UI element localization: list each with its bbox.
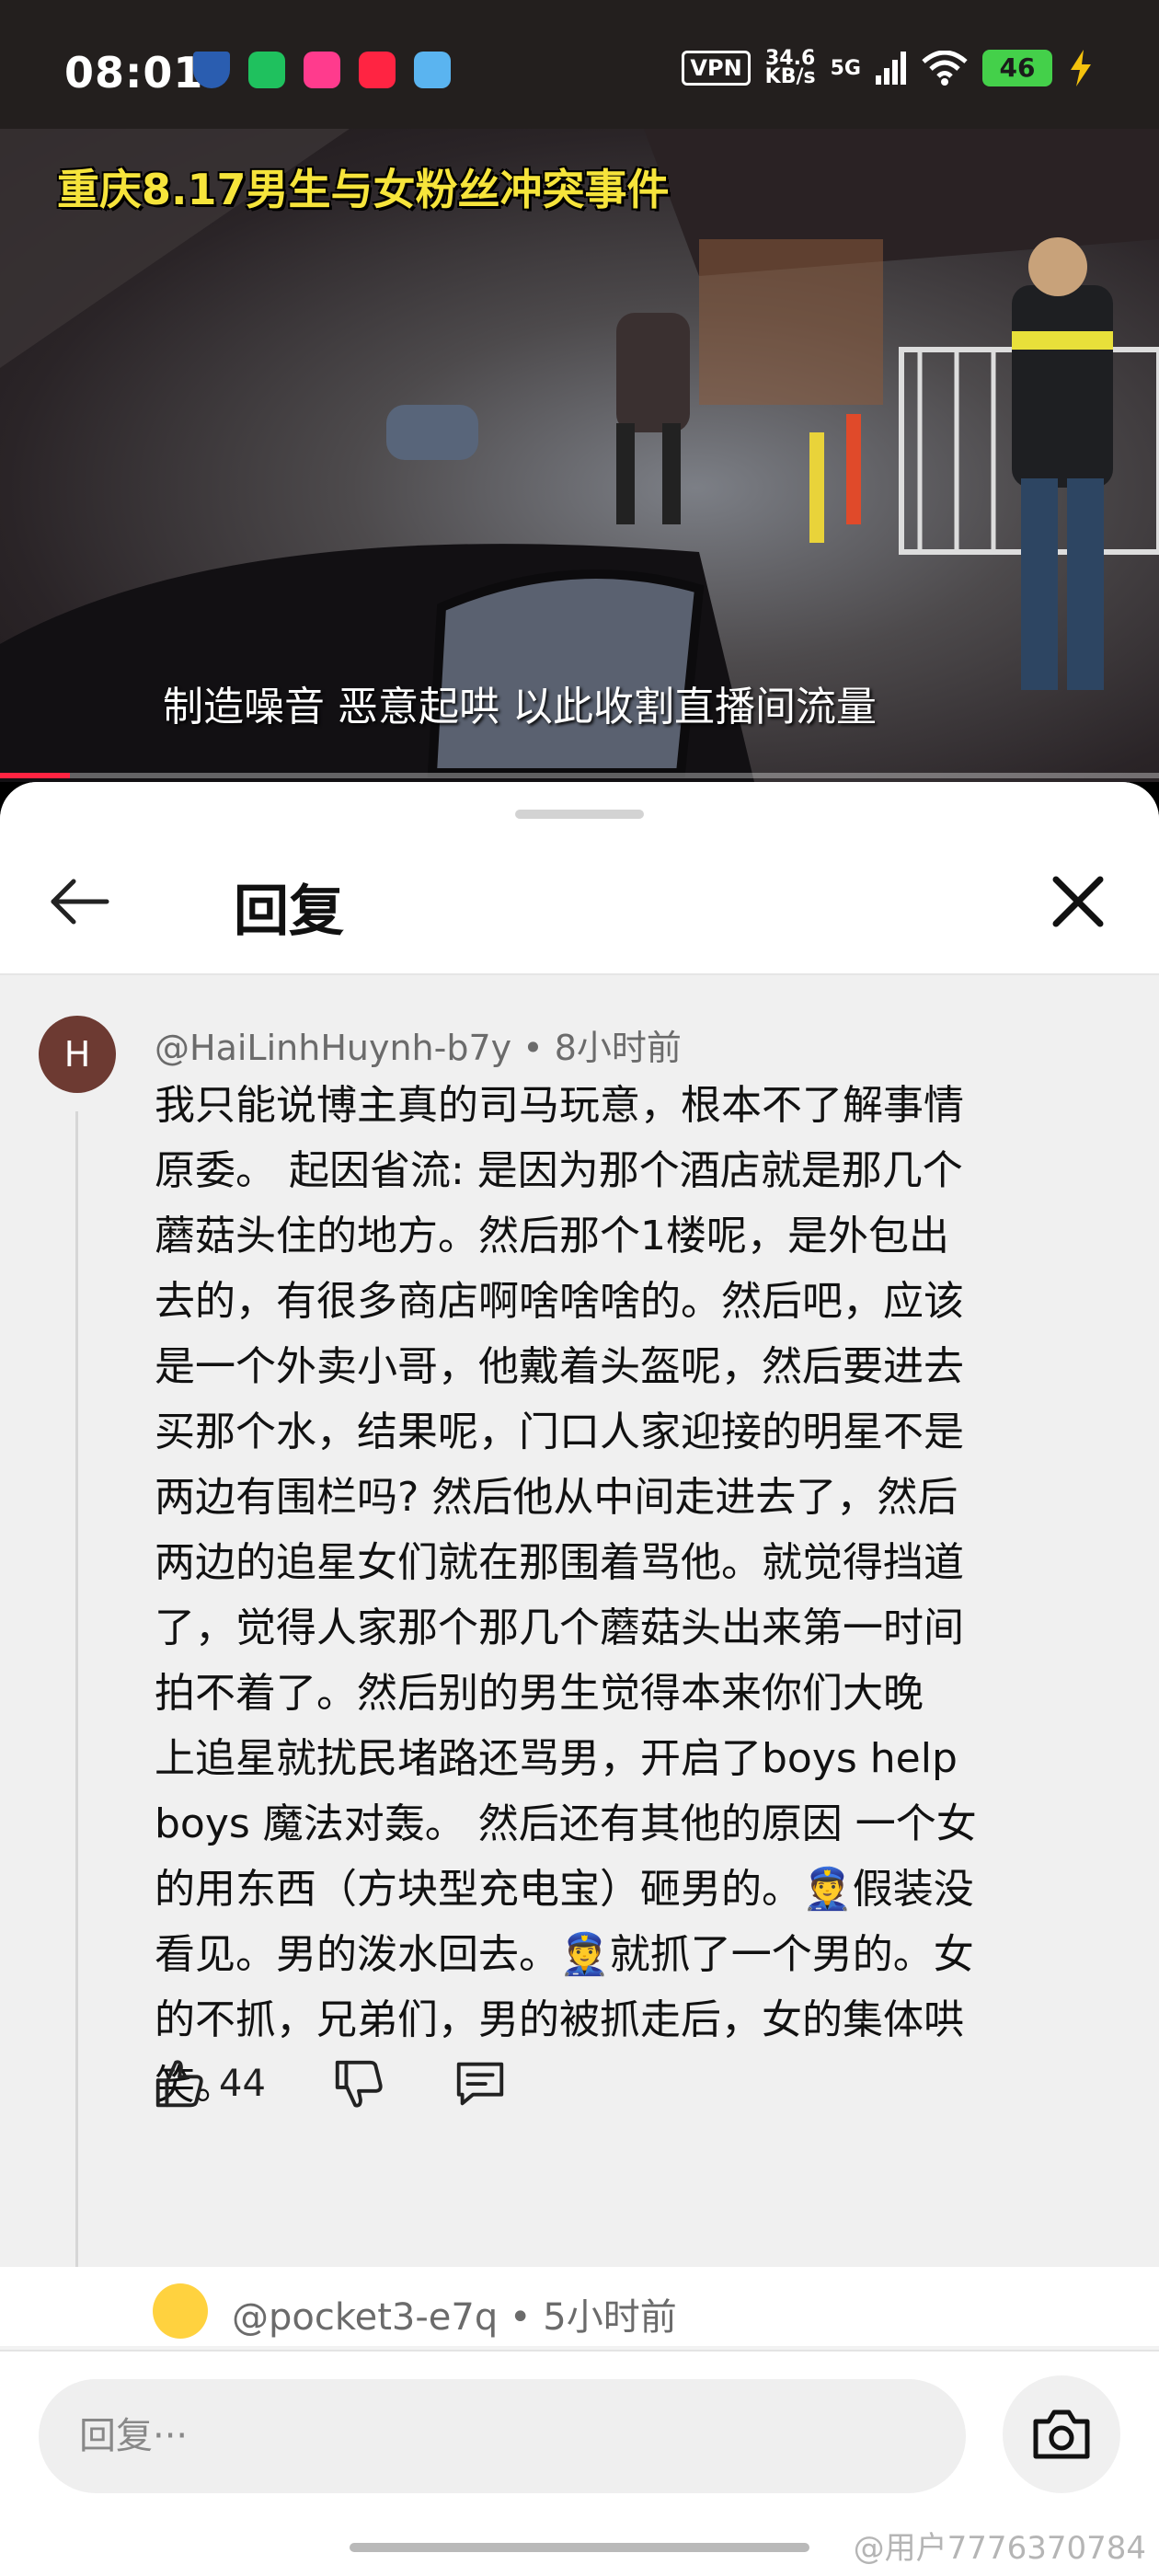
camera-button[interactable] (1003, 2375, 1120, 2493)
comment-line: 我只能说博主真的司马玩意，根本不了解事情 (155, 1082, 964, 1129)
video-progress-bar[interactable] (0, 773, 1159, 778)
status-bar: 08:01 VPN 34.6 KB/s 5G 46 (0, 0, 1159, 129)
sheet-grabber[interactable] (515, 810, 644, 819)
comment-line: 蘑菇头住的地方。然后那个1楼呢，是外包出 (155, 1213, 949, 1259)
network-speed: 34.6 KB/s (764, 49, 816, 88)
charging-icon (1071, 50, 1091, 86)
battery-icon: 46 (982, 50, 1052, 86)
sheet-header: 回复 (0, 782, 1159, 975)
close-button[interactable] (1041, 865, 1115, 938)
next-reply-time: 5小时前 (543, 2296, 677, 2339)
shield-app-icon (193, 52, 230, 88)
status-time: 08:01 (64, 48, 204, 98)
comment-icon (456, 2062, 504, 2106)
comment-author[interactable]: @HaiLinhHuynh-b7y (155, 1028, 511, 1068)
reply-sheet: 回复 H @HaiLinhHuynh-b7y • 8小时前 我只能说博主真的司马… (0, 782, 1159, 2576)
comment-line: boys 魔法对轰。 然后还有其他的原因 一个女 (155, 1800, 977, 1847)
wechat-icon (248, 52, 285, 88)
speed-unit: KB/s (764, 65, 816, 88)
dislike-button[interactable] (330, 2055, 387, 2112)
thumbs-down-icon (335, 2060, 383, 2108)
next-reply-separator: • (498, 2296, 544, 2339)
next-reply-author[interactable]: @pocket3-e7q (232, 2296, 498, 2339)
taobao-icon (304, 52, 340, 88)
comment-line: 了，觉得人家那个那几个蘑菇头出来第一时间 (155, 1604, 964, 1651)
signal-icon (876, 52, 906, 85)
thread-line (75, 1111, 112, 2335)
thumbs-up-icon (155, 2060, 203, 2108)
comment-line: 看见。男的泼水回去。👮就抓了一个男的。女 (155, 1931, 974, 1978)
laughing-emoji-avatar[interactable] (153, 2283, 208, 2339)
vpn-badge: VPN (682, 51, 751, 86)
comment-header: @HaiLinhHuynh-b7y • 8小时前 (155, 1019, 682, 1070)
video-title: 重庆8.17男生与女粉丝冲突事件 (57, 165, 670, 214)
reply-input-bar: @用户7776370784 (0, 2350, 1159, 2576)
back-button[interactable] (44, 865, 118, 938)
comment-line: 买那个水，结果呢，门口人家迎接的明星不是 (155, 1409, 964, 1455)
comment-time: 8小时前 (554, 1028, 682, 1068)
comment-line: 两边的追星女们就在那围着骂他。就觉得挡道 (155, 1539, 964, 1586)
comment-item[interactable]: H @HaiLinhHuynh-b7y • 8小时前 我只能说博主真的司马玩意，… (0, 975, 1159, 2335)
back-arrow-icon (51, 879, 109, 925)
video-subtitle: 制造噪音 恶意起哄 以此收割直播间流量 (163, 684, 877, 730)
video-player[interactable]: 重庆8.17男生与女粉丝冲突事件 制造噪音 恶意起哄 以此收割直播间流量 (0, 129, 1159, 782)
reply-button[interactable] (452, 2055, 509, 2112)
telegram-icon (414, 52, 451, 88)
close-icon (1052, 876, 1104, 927)
status-indicators: VPN 34.6 KB/s 5G 46 (682, 49, 1095, 88)
comment-line: 原委。 起因省流: 是因为那个酒店就是那几个 (155, 1147, 963, 1194)
comment-line: 上追星就扰民堵路还骂男，开启了boys help (155, 1735, 958, 1782)
comment-line: 去的，有很多商店啊啥啥啥的。然后吧，应该 (155, 1278, 964, 1325)
network-type: 5G (830, 56, 861, 80)
next-reply-header: @pocket3-e7q • 5小时前 (232, 2287, 677, 2340)
avatar[interactable]: H (39, 1016, 116, 1093)
reply-input[interactable] (39, 2379, 966, 2493)
comment-line: 拍不着了。然后别的男生觉得本来你们大晚 (155, 1670, 924, 1717)
comment-text: 我只能说博主真的司马玩意，根本不了解事情 原委。 起因省流: 是因为那个酒店就是那… (155, 1073, 1074, 2118)
comment-line: 的用东西（方块型充电宝）砸男的。👮假装没 (155, 1866, 974, 1913)
status-app-icons (193, 52, 451, 88)
sheet-title: 回复 (234, 880, 344, 944)
comment-line: 的不抓，兄弟们，男的被抓走后，女的集体哄 (155, 1996, 964, 2043)
comment-separator: • (511, 1028, 555, 1068)
camera-icon (1033, 2409, 1090, 2459)
comment-actions: 44 (151, 2055, 509, 2112)
home-indicator[interactable] (350, 2543, 809, 2552)
comment-line: 两边有围栏吗? 然后他从中间走进去了，然后 (155, 1474, 958, 1521)
xiaohongshu-icon (359, 52, 396, 88)
next-reply-item[interactable]: @pocket3-e7q • 5小时前 (0, 2267, 1159, 2346)
wifi-icon (922, 51, 968, 86)
watermark: @用户7776370784 (853, 2530, 1146, 2567)
video-progress-fill (0, 773, 70, 778)
like-count: 44 (219, 2063, 266, 2105)
like-button[interactable]: 44 (151, 2055, 330, 2112)
comment-line: 是一个外卖小哥，他戴着头盔呢，然后要进去 (155, 1343, 964, 1390)
